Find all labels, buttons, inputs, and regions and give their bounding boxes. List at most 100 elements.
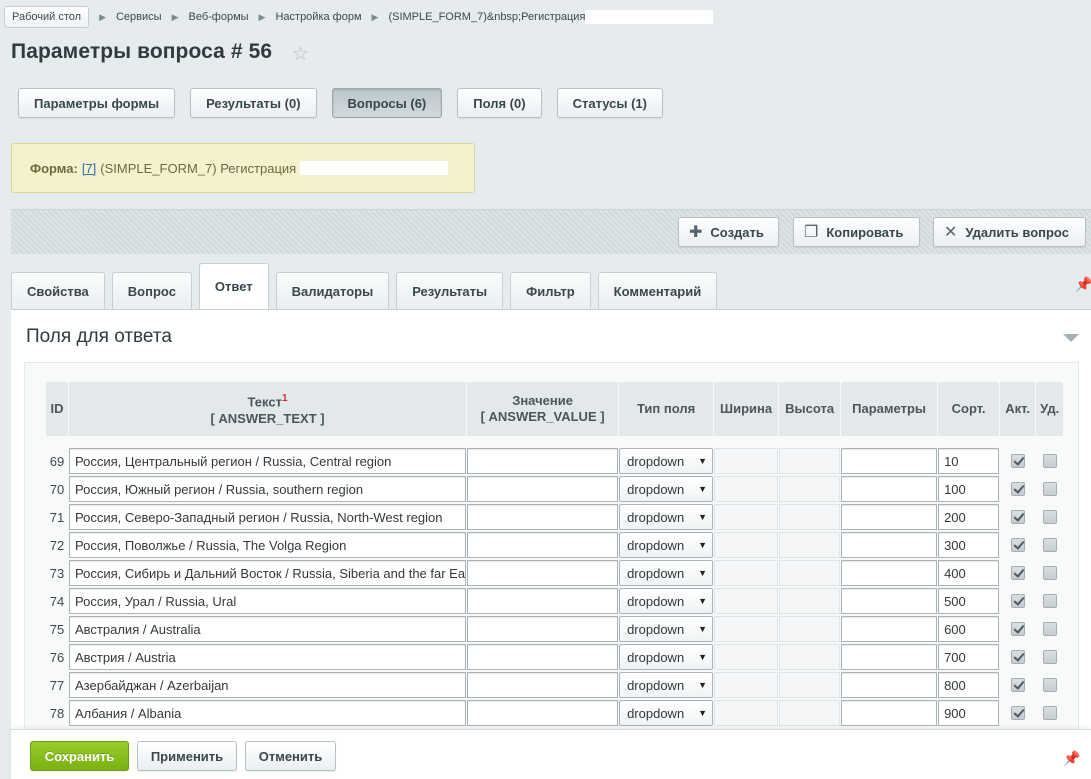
delete-checkbox[interactable] [1042,482,1057,496]
answer-text-input[interactable]: Россия, Северо-Западный регион / Russia,… [69,504,467,530]
sort-input[interactable]: 400 [938,560,1000,586]
params-input[interactable] [841,644,938,670]
sort-input[interactable]: 100 [938,476,1000,502]
answer-value-input[interactable] [467,644,619,670]
delete-checkbox[interactable] [1042,678,1057,692]
field-type-select[interactable]: dropdown ▼ [619,448,714,474]
answer-value-input[interactable] [467,588,619,614]
active-checkbox[interactable] [1010,622,1025,636]
tab-filter[interactable]: Фильтр [510,272,591,309]
field-type-select[interactable]: dropdown ▼ [619,672,714,698]
apply-button[interactable]: Применить [137,741,237,771]
form-id-link[interactable]: [7] [82,161,96,176]
answer-text-input[interactable]: Россия, Сибирь и Дальний Восток / Russia… [69,560,467,586]
tab-form-params[interactable]: Параметры формы [18,88,176,118]
active-checkbox[interactable] [1010,482,1025,496]
tab-validators[interactable]: Валидаторы [275,272,390,309]
answer-text-input[interactable]: Азербайджан / Azerbaijan [69,672,467,698]
params-input[interactable] [841,560,938,586]
delete-question-button[interactable]: ✕ Удалить вопрос [933,217,1086,247]
answer-value-input[interactable] [467,672,619,698]
tab-question[interactable]: Вопрос [111,272,192,309]
field-type-select[interactable]: dropdown ▼ [619,476,714,502]
params-input[interactable] [841,700,938,726]
sort-input[interactable]: 500 [938,588,1000,614]
tab-comment[interactable]: Комментарий [597,272,718,309]
params-input[interactable] [841,448,938,474]
breadcrumb-item-services[interactable]: Сервисы [116,11,162,23]
answer-value-input[interactable] [467,532,619,558]
sort-input[interactable]: 10 [938,448,1000,474]
tab-fields[interactable]: Поля (0) [457,88,542,118]
active-checkbox[interactable] [1010,538,1025,552]
pin-icon[interactable]: 📌 [1075,276,1091,293]
answer-text-input[interactable]: Албания / Albania [69,700,467,726]
active-checkbox[interactable] [1010,706,1025,720]
tab-answer[interactable]: Ответ [198,263,269,309]
sort-input[interactable]: 800 [938,672,1000,698]
delete-checkbox[interactable] [1042,538,1057,552]
collapse-icon[interactable] [1063,334,1079,342]
answer-value-input[interactable] [467,504,619,530]
answer-value-input[interactable] [467,560,619,586]
answer-text-input[interactable]: Россия, Центральный регион / Russia, Cen… [69,448,467,474]
star-icon[interactable]: ☆ [292,43,309,66]
params-input[interactable] [841,616,938,642]
answer-text-input[interactable]: Австрия / Austria [69,644,467,670]
breadcrumb-item-webforms[interactable]: Веб-формы [188,11,248,23]
breadcrumb-item-current-form[interactable]: (SIMPLE_FORM_7)&nbsp;Регистрация [388,11,585,23]
answer-value-input[interactable] [467,448,619,474]
cancel-button[interactable]: Отменить [245,741,336,771]
tab-properties[interactable]: Свойства [11,272,105,309]
active-checkbox[interactable] [1010,510,1025,524]
tab-results[interactable]: Результаты (0) [190,88,317,118]
params-input[interactable] [841,476,938,502]
delete-checkbox[interactable] [1042,650,1057,664]
delete-checkbox[interactable] [1042,454,1057,468]
save-button[interactable]: Сохранить [30,741,129,771]
active-checkbox[interactable] [1010,566,1025,580]
delete-checkbox[interactable] [1042,566,1057,580]
sort-input[interactable]: 700 [938,644,1000,670]
delete-checkbox[interactable] [1042,622,1057,636]
sort-input[interactable]: 600 [938,616,1000,642]
breadcrumb-item-desktop[interactable]: Рабочий стол [4,6,90,28]
active-checkbox[interactable] [1010,678,1025,692]
answer-value-input[interactable] [467,700,619,726]
answer-text-input[interactable]: Австралия / Australia [69,616,467,642]
params-input[interactable] [841,504,938,530]
active-checkbox[interactable] [1010,650,1025,664]
sort-input[interactable]: 300 [938,532,1000,558]
params-input[interactable] [841,588,938,614]
answer-text-input[interactable]: Россия, Поволжье / Russia, The Volga Reg… [69,532,467,558]
field-type-select[interactable]: dropdown ▼ [619,616,714,642]
tab-sub-results[interactable]: Результаты [396,272,504,309]
delete-checkbox[interactable] [1042,594,1057,608]
field-type-select[interactable]: dropdown ▼ [619,532,714,558]
field-type-select[interactable]: dropdown ▼ [619,560,714,586]
field-type-select[interactable]: dropdown ▼ [619,644,714,670]
answer-value-input[interactable] [467,476,619,502]
field-type-select[interactable]: dropdown ▼ [619,588,714,614]
field-type-select[interactable]: dropdown ▼ [619,700,714,726]
delete-checkbox[interactable] [1042,706,1057,720]
answer-value-input[interactable] [467,616,619,642]
answer-id: 75 [49,621,65,637]
breadcrumb-item-form-settings[interactable]: Настройка форм [275,11,361,23]
pin-icon[interactable]: 📌 [1063,750,1080,767]
sort-input[interactable]: 200 [938,504,1000,530]
col-width: Ширина [714,382,779,436]
params-input[interactable] [841,672,938,698]
create-button[interactable]: ✚ Создать [678,217,779,247]
copy-button[interactable]: ❐ Копировать [793,217,920,247]
field-type-select[interactable]: dropdown ▼ [619,504,714,530]
active-checkbox[interactable] [1010,454,1025,468]
delete-checkbox[interactable] [1042,510,1057,524]
answer-text-input[interactable]: Россия, Урал / Russia, Ural [69,588,467,614]
params-input[interactable] [841,532,938,558]
sort-input[interactable]: 900 [938,700,1000,726]
tab-questions[interactable]: Вопросы (6) [331,88,443,118]
active-checkbox[interactable] [1010,594,1025,608]
tab-statuses[interactable]: Статусы (1) [556,88,663,118]
answer-text-input[interactable]: Россия, Южный регион / Russia, southern … [69,476,467,502]
